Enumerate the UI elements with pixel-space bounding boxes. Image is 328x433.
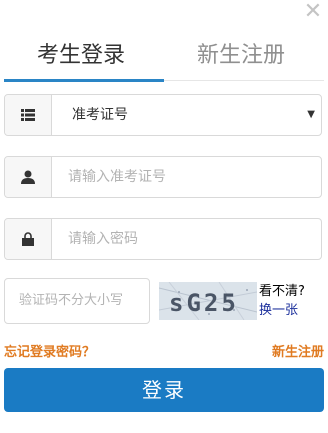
tab-new-student-register[interactable]: 新生注册 — [197, 38, 285, 74]
password-placeholder: 请输入密码 — [68, 231, 138, 247]
close-icon[interactable]: ✕ — [301, 0, 325, 24]
user-icon — [5, 157, 52, 197]
captcha-placeholder: 验证码不分大小写 — [19, 293, 124, 308]
chevron-down-icon: ▼ — [307, 109, 315, 120]
list-icon — [5, 95, 52, 135]
tab-student-login[interactable]: 考生登录 — [37, 38, 125, 74]
captcha-text: sG25 — [169, 289, 239, 317]
auxiliary-links: 忘记登录密码？ 新生注册 — [4, 341, 324, 361]
id-type-select[interactable]: 准考证号 ▼ — [4, 94, 322, 136]
captcha-refresh-link[interactable]: 换一张 — [259, 301, 305, 320]
captcha-unclear-label: 看不清? — [259, 284, 305, 299]
password-field[interactable]: 请输入密码 — [4, 218, 322, 260]
captcha-input[interactable]: 验证码不分大小写 — [4, 278, 150, 324]
forgot-password-link[interactable]: 忘记登录密码？ — [4, 341, 95, 360]
captcha-image[interactable]: sG25 — [159, 282, 257, 320]
lock-icon — [5, 219, 52, 259]
active-tab-indicator — [4, 79, 164, 82]
login-button[interactable]: 登录 — [4, 368, 324, 412]
login-tabs: 考生登录 新生注册 — [4, 38, 324, 82]
id-type-value: 准考证号 — [72, 107, 128, 123]
register-link[interactable]: 新生注册 — [272, 341, 324, 360]
id-number-placeholder: 请输入准考证号 — [68, 169, 166, 185]
id-number-field[interactable]: 请输入准考证号 — [4, 156, 322, 198]
captcha-actions: 看不清? 换一张 — [259, 282, 305, 320]
